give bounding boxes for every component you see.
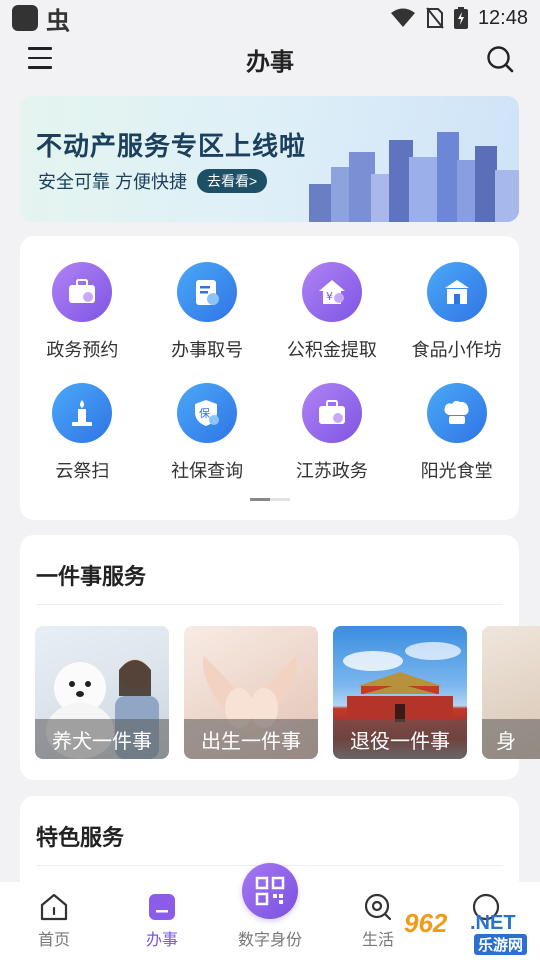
banner-subtitle: 安全可靠 方便快捷 xyxy=(38,172,188,192)
search-icon[interactable] xyxy=(486,45,514,73)
home-icon xyxy=(40,893,68,921)
birth-card[interactable]: 出生一件事 xyxy=(184,626,318,759)
house-yen-icon: ¥ xyxy=(301,262,362,322)
battery-charging-icon xyxy=(453,7,468,29)
service-sunshine-canteen[interactable]: 阳光食堂 xyxy=(394,383,519,504)
briefcase-icon xyxy=(52,262,113,322)
banner-go-button[interactable]: 去看看> xyxy=(197,169,268,193)
clock: 12:48 xyxy=(477,6,528,29)
svg-text:保: 保 xyxy=(199,406,210,420)
tab-home[interactable]: 首页 xyxy=(14,892,94,950)
service-gov-appointment[interactable]: 政务预约 xyxy=(20,262,145,383)
page-indicator xyxy=(250,498,290,501)
page-title: 办事 xyxy=(246,48,294,76)
candle-icon xyxy=(52,383,113,443)
service-housing-fund[interactable]: ¥ 公积金提取 xyxy=(270,262,395,383)
section-title: 特色服务 xyxy=(36,825,125,850)
clipboard-user-icon xyxy=(177,262,238,322)
app-notification-icon xyxy=(12,5,38,31)
menu-icon[interactable] xyxy=(28,47,52,69)
site-watermark: 962 .NET 乐游网 xyxy=(402,906,538,958)
card-caption: 身 xyxy=(482,719,540,759)
promo-banner[interactable]: 不动产服务专区上线啦 安全可靠 方便快捷 去看看> xyxy=(20,96,519,222)
digital-id-button[interactable] xyxy=(242,863,298,919)
shop-icon xyxy=(426,262,487,322)
divider xyxy=(36,604,503,605)
service-cloud-memorial[interactable]: 云祭扫 xyxy=(20,383,145,504)
affairs-icon xyxy=(149,894,175,920)
svg-text:¥: ¥ xyxy=(326,290,333,303)
chef-hat-icon xyxy=(426,383,487,443)
card-caption: 退役一件事 xyxy=(333,719,467,759)
partial-card[interactable]: 身 xyxy=(482,626,540,759)
no-sim-icon xyxy=(426,7,444,29)
service-food-workshop[interactable]: 食品小作坊 xyxy=(394,262,519,383)
banner-title: 不动产服务专区上线啦 xyxy=(36,131,307,161)
dog-ownership-card[interactable]: 养犬一件事 xyxy=(35,626,169,759)
life-search-icon xyxy=(364,893,392,921)
one-item-service-card: 一件事服务 养犬一件事 出生一件事 退役一件事 身 xyxy=(20,535,540,780)
service-queue-number[interactable]: 办事取号 xyxy=(145,262,270,383)
status-bar: 虫 12:48 xyxy=(0,0,540,36)
card-caption: 养犬一件事 xyxy=(35,719,169,759)
city-skyline-illustration xyxy=(309,132,519,222)
section-title: 一件事服务 xyxy=(36,564,147,589)
service-jiangsu-gov[interactable]: 江苏政务 xyxy=(270,383,395,504)
service-social-security[interactable]: 保 社保查询 xyxy=(145,383,270,504)
retirement-card[interactable]: 退役一件事 xyxy=(333,626,467,759)
qr-code-icon xyxy=(255,876,285,906)
services-grid-card: 政务预约 办事取号 ¥ 公积金提取 食品小作坊 云祭扫 保 社保查询 江苏政务 … xyxy=(20,236,519,520)
briefcase-icon xyxy=(301,383,362,443)
wifi-icon xyxy=(390,8,415,27)
header: 办事 xyxy=(0,36,540,82)
bug-icon: 虫 xyxy=(46,7,70,35)
shield-search-icon: 保 xyxy=(177,383,238,443)
tab-affairs[interactable]: 办事 xyxy=(122,892,202,950)
card-caption: 出生一件事 xyxy=(184,719,318,759)
